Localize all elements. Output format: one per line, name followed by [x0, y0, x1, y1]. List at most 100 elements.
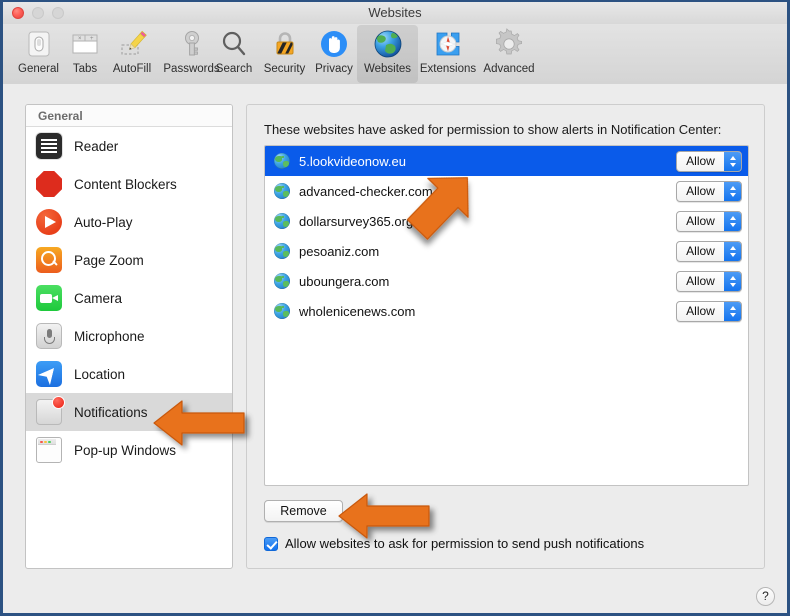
sidebar-item-location[interactable]: Location — [26, 355, 232, 393]
allow-push-checkbox[interactable] — [264, 536, 278, 551]
remove-button[interactable]: Remove — [264, 500, 343, 522]
sidebar-item-notifications[interactable]: Notifications — [26, 393, 232, 431]
privacy-icon — [321, 31, 347, 57]
toolbar-label: General — [18, 63, 59, 75]
websites-sidebar: General Reader Content Blockers Auto-Pla… — [25, 104, 233, 569]
toolbar-label: Websites — [363, 63, 412, 75]
table-row[interactable]: uboungera.com Allow — [265, 266, 748, 296]
toolbar-item-general[interactable]: General — [10, 25, 67, 83]
site-name: advanced-checker.com — [299, 183, 433, 199]
sidebar-item-popup-windows[interactable]: Pop-up Windows — [26, 431, 232, 469]
table-row[interactable]: pesoaniz.com Allow — [265, 236, 748, 266]
permission-value: Allow — [686, 153, 715, 168]
content-blockers-icon — [36, 171, 62, 197]
toolbar-item-security[interactable]: Security — [256, 25, 313, 83]
notifications-panel: These websites have asked for permission… — [246, 104, 765, 569]
svg-text:+: + — [90, 36, 94, 42]
globe-icon — [274, 243, 290, 259]
passwords-icon — [184, 31, 199, 56]
reader-icon — [36, 133, 62, 159]
websites-icon — [374, 30, 401, 58]
toolbar-label: Advanced — [483, 63, 535, 75]
site-name: dollarsurvey365.org — [299, 213, 414, 229]
table-row[interactable]: wholenicenews.com Allow — [265, 296, 748, 326]
help-button[interactable]: ? — [756, 587, 775, 606]
site-name: wholenicenews.com — [299, 303, 416, 319]
window-title: Websites — [368, 5, 422, 20]
permission-value: Allow — [686, 273, 715, 288]
sidebar-item-microphone[interactable]: Microphone — [26, 317, 232, 355]
toolbar-label: AutoFill — [112, 63, 152, 75]
sidebar-item-label: Microphone — [74, 328, 145, 344]
toolbar-item-search[interactable]: Search — [209, 25, 259, 83]
location-icon — [36, 361, 62, 387]
sidebar-item-label: Auto-Play — [74, 214, 133, 230]
permission-dropdown[interactable]: Allow — [676, 210, 742, 232]
sidebar-item-label: Pop-up Windows — [74, 442, 177, 458]
preferences-toolbar: General × + Tabs AutoFill Passwords Sear… — [3, 24, 787, 85]
chevron-updown-icon — [724, 301, 741, 321]
security-icon — [276, 32, 293, 55]
auto-play-icon — [36, 209, 62, 235]
sidebar-item-auto-play[interactable]: Auto-Play — [26, 203, 232, 241]
preferences-window: Websites General × + Tabs AutoFill Passw… — [0, 0, 790, 616]
sidebar-item-camera[interactable]: Camera — [26, 279, 232, 317]
toolbar-item-tabs[interactable]: × + Tabs — [65, 25, 105, 83]
site-name: uboungera.com — [299, 273, 390, 289]
website-permissions-list[interactable]: 5.lookvideonow.eu Allow advanced-checker… — [264, 145, 749, 486]
toolbar-label: Tabs — [72, 63, 98, 75]
svg-text:×: × — [78, 36, 82, 42]
popup-windows-icon — [36, 437, 62, 463]
title-bar: Websites — [3, 2, 787, 25]
globe-icon — [274, 273, 290, 289]
page-zoom-icon — [36, 247, 62, 273]
sidebar-item-reader[interactable]: Reader — [26, 127, 232, 165]
chevron-updown-icon — [724, 241, 741, 261]
toolbar-item-autofill[interactable]: AutoFill — [103, 25, 161, 83]
sidebar-header: General — [26, 105, 232, 127]
microphone-icon — [36, 323, 62, 349]
chevron-updown-icon — [724, 151, 741, 171]
permission-dropdown[interactable]: Allow — [676, 240, 742, 262]
preferences-content: General Reader Content Blockers Auto-Pla… — [3, 84, 787, 613]
toolbar-item-advanced[interactable]: Advanced — [477, 25, 541, 83]
chevron-updown-icon — [724, 181, 741, 201]
toolbar-item-websites[interactable]: Websites — [357, 25, 418, 83]
sidebar-item-label: Content Blockers — [74, 176, 177, 192]
tabs-icon: × + — [72, 34, 98, 54]
search-icon — [222, 31, 246, 56]
globe-icon — [274, 183, 290, 199]
chevron-updown-icon — [724, 211, 741, 231]
site-name: 5.lookvideonow.eu — [299, 153, 406, 169]
permission-value: Allow — [686, 213, 715, 228]
sidebar-item-content-blockers[interactable]: Content Blockers — [26, 165, 232, 203]
allow-push-checkbox-row[interactable]: Allow websites to ask for permission to … — [264, 536, 644, 551]
permission-dropdown[interactable]: Allow — [676, 150, 742, 172]
globe-icon — [274, 213, 290, 229]
sidebar-item-label: Camera — [74, 290, 123, 306]
table-row[interactable]: dollarsurvey365.org Allow — [265, 206, 748, 236]
general-icon — [28, 31, 49, 57]
sidebar-item-page-zoom[interactable]: Page Zoom — [26, 241, 232, 279]
chevron-updown-icon — [724, 271, 741, 291]
camera-icon — [36, 285, 62, 311]
toolbar-item-extensions[interactable]: Extensions — [415, 25, 481, 83]
sidebar-item-label: Notifications — [74, 404, 148, 420]
toolbar-item-privacy[interactable]: Privacy — [308, 25, 360, 83]
sidebar-item-label: Location — [74, 366, 126, 382]
toolbar-label: Extensions — [419, 63, 477, 75]
advanced-icon — [496, 28, 522, 55]
table-row[interactable]: 5.lookvideonow.eu Allow — [265, 146, 748, 176]
toolbar-label: Security — [263, 63, 306, 75]
globe-icon — [274, 153, 290, 169]
sidebar-item-label: Reader — [74, 138, 119, 154]
allow-push-label: Allow websites to ask for permission to … — [285, 536, 645, 551]
site-name: pesoaniz.com — [299, 243, 380, 259]
toolbar-label: Search — [215, 63, 253, 75]
permission-dropdown[interactable]: Allow — [676, 180, 742, 202]
permission-dropdown[interactable]: Allow — [676, 300, 742, 322]
table-row[interactable]: advanced-checker.com Allow — [265, 176, 748, 206]
autofill-icon — [121, 30, 147, 55]
permission-dropdown[interactable]: Allow — [676, 270, 742, 292]
panel-description: These websites have asked for permission… — [264, 122, 722, 137]
